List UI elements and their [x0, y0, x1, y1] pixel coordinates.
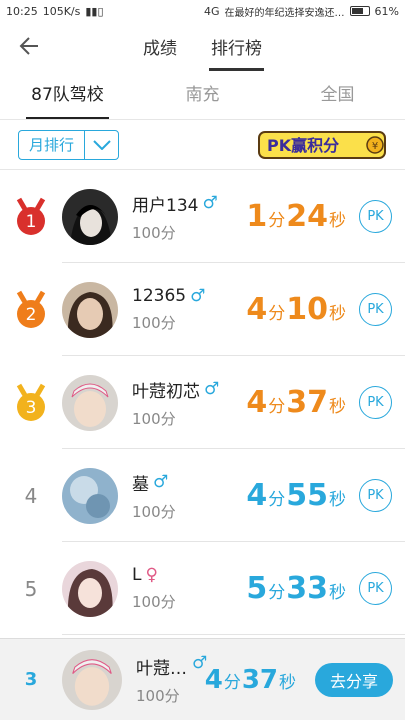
status-bar: 10:25 105K/s ▮▮▯ 4G 在最好的年纪选择安逸还… 61% [0, 0, 405, 22]
battery-icon [349, 6, 370, 16]
tab-national[interactable]: 全国 [270, 70, 405, 119]
back-arrow-icon[interactable] [16, 32, 44, 60]
my-exam-time: 4 分 37 秒 [204, 664, 296, 695]
pk-button[interactable]: PK [359, 293, 392, 326]
notification-text: 在最好的年纪选择安逸还… [224, 7, 345, 19]
signal-icon: ▮▮▯ [85, 4, 104, 18]
tab-school[interactable]: 87队驾校 [0, 70, 135, 119]
male-icon: ♂ [204, 379, 220, 399]
tab-scores[interactable]: 成绩 [141, 22, 179, 71]
avatar[interactable] [62, 560, 118, 617]
male-icon: ♂ [202, 193, 218, 213]
network-type: 4G [204, 4, 220, 18]
gold-medal-icon: 1 [16, 197, 46, 235]
share-button[interactable]: 去分享 [315, 662, 393, 697]
male-icon: ♂ [190, 286, 206, 306]
my-rank-number: 3 [24, 669, 38, 690]
user-score: 100分 [132, 502, 176, 521]
exam-time: 4 分 10 秒 [246, 292, 346, 327]
user-name: 12365 [132, 286, 187, 306]
rank-number: 5 [24, 576, 38, 601]
avatar[interactable] [62, 281, 118, 338]
pk-banner-text: PK赢积分 [267, 136, 339, 155]
ranking-row[interactable]: 1 用户134 ♂ 100分 1 分 24 秒 PK [0, 170, 405, 263]
user-name: L [132, 565, 142, 585]
avatar[interactable] [62, 374, 118, 431]
user-score: 100分 [132, 314, 176, 332]
user-score: 100分 [132, 593, 176, 611]
user-name: 用户134 [132, 195, 199, 216]
my-avatar[interactable] [62, 649, 122, 710]
network-speed: 105K/s [42, 4, 81, 18]
top-header: 成绩 排行榜 [0, 22, 405, 71]
ranking-list: 1 用户134 ♂ 100分 1 分 24 秒 PK 2 12365 ♂ 100… [0, 170, 405, 635]
ranking-row[interactable]: 4 墓 ♂ 100分 4 分 55 秒 PK [0, 449, 405, 542]
svg-text:3: 3 [26, 398, 37, 418]
silver-medal-icon: 2 [16, 290, 46, 328]
my-user-name: 叶蒄初芯 [136, 658, 194, 679]
exam-time: 4 分 55 秒 [246, 478, 346, 513]
tab-city[interactable]: 南充 [135, 70, 270, 119]
my-rank-bar: 3 叶蒄初芯 100分 ♂ 4分37秒 去分享 [0, 638, 405, 720]
female-icon: ♀ [145, 565, 158, 585]
ranking-row[interactable]: 2 12365 ♂ 100分 4 分 10 秒 PK [0, 263, 405, 356]
svg-text:2: 2 [26, 305, 37, 325]
user-score: 100分 [132, 409, 176, 428]
scope-tabs: 87队驾校 南充 全国 [0, 70, 405, 120]
exam-time: 4 分 37 秒 [246, 385, 346, 420]
avatar[interactable] [62, 188, 118, 245]
avatar[interactable] [62, 467, 118, 524]
rank-number: 4 [24, 483, 38, 508]
bronze-medal-icon: 3 [16, 383, 46, 421]
user-name: 叶蒄初芯 [132, 381, 200, 402]
period-dropdown[interactable]: 月排行 [18, 129, 120, 160]
pk-points-banner[interactable]: ¥ PK赢积分 [257, 128, 387, 162]
period-dropdown-label: 月排行 [29, 135, 75, 154]
svg-text:1: 1 [26, 212, 37, 232]
pk-button[interactable]: PK [359, 572, 392, 605]
svg-text:¥: ¥ [372, 141, 378, 152]
pk-button[interactable]: PK [359, 479, 392, 512]
exam-time: 5 分 33 秒 [246, 571, 346, 606]
user-score: 100分 [132, 223, 176, 242]
tab-leaderboard[interactable]: 排行榜 [209, 22, 264, 71]
status-time: 10:25 [6, 4, 38, 18]
exam-time: 1 分 24 秒 [246, 199, 346, 234]
ranking-row[interactable]: 3 叶蒄初芯 ♂ 100分 4 分 37 秒 PK [0, 356, 405, 449]
chevron-down-icon [84, 130, 118, 159]
battery-level: 61% [374, 4, 399, 18]
ranking-row[interactable]: 5 L ♀ 100分 5 分 33 秒 PK [0, 542, 405, 635]
user-name: 墓 [132, 474, 149, 495]
pk-button[interactable]: PK [359, 386, 392, 419]
pk-button[interactable]: PK [359, 200, 392, 233]
male-icon: ♂ [153, 472, 169, 492]
filter-bar: 月排行 ¥ PK赢积分 [0, 120, 405, 170]
